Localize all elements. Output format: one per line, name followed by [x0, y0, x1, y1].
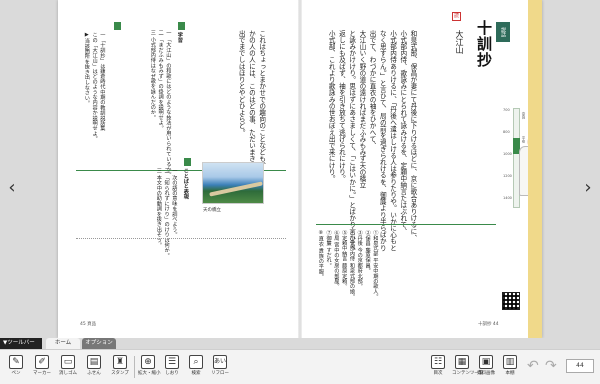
- words-section-marker: [184, 158, 191, 166]
- study-questions: 一 「大江山」の和歌にはどのような技法が用いられているか。 二 「まだふみもみず…: [149, 30, 172, 178]
- eraser-icon: ▭: [61, 355, 75, 369]
- right-section-divider: [316, 224, 496, 225]
- zoom-icon: ⊕: [141, 355, 155, 369]
- bookshelf-label: 本棚: [505, 371, 515, 376]
- bookmark-icon: ☰: [165, 355, 179, 369]
- left-page-body-text: これはちょっとまかせでの趣向のことなども、 かの人の人には、このはどの事、ただい…: [237, 30, 266, 169]
- amanohashidate-photo[interactable]: [202, 162, 264, 204]
- stamp-icon: ♜: [113, 355, 127, 369]
- sticky-note-label: ふせん: [87, 371, 101, 376]
- image-materials-label: 資料画像: [477, 371, 495, 376]
- tab-home[interactable]: ホーム: [46, 338, 80, 349]
- bookshelf-icon: ▥: [503, 355, 517, 369]
- toolbar-tab-bar: ▼ツールバー ホーム オプション: [0, 338, 600, 349]
- words-questions: 一 次の語の意味を調べよう。 二 「知られずにけり」のけりは何か。 三 本文中の…: [155, 168, 178, 259]
- page-number-input[interactable]: 44: [566, 359, 594, 373]
- next-page-arrow[interactable]: ›: [581, 178, 595, 198]
- search-icon: ⌕: [189, 355, 203, 369]
- sticky-note-tool-button[interactable]: ▤ ふせん: [84, 353, 104, 381]
- book-spread: これはちょっとまかせでの趣向のことなども、 かの人の人には、このはどの事、ただい…: [58, 0, 542, 338]
- ebook-viewer: ‹ › これはちょっとまかせでの趣向のことなども、 かの人の人には、このはどの事…: [0, 0, 600, 384]
- reflow-tool-button[interactable]: あい リフロー: [210, 353, 230, 381]
- search-label: 検索: [191, 371, 201, 376]
- undo-icon[interactable]: ↶: [527, 358, 539, 374]
- bookmark-tool-button[interactable]: ☰ しおり: [162, 353, 182, 381]
- contents-list-label: コンテンツ一覧: [452, 371, 484, 376]
- zoom-tool-button[interactable]: ⊕ 拡大・縮小: [138, 353, 161, 381]
- bookshelf-button[interactable]: ▥ 本棚: [500, 353, 520, 381]
- left-notes-text: 一「十訓抄」は鎌倉時代中期の教訓説話集 この「大江山」はどのような内容か説明せよ…: [83, 32, 106, 142]
- sticky-note-icon: ▤: [87, 355, 101, 369]
- stamp-label: スタンプ: [111, 371, 129, 376]
- study-section-heading: 学習: [176, 32, 183, 43]
- contents-list-button[interactable]: ▦ コンテンツ一覧: [452, 353, 484, 381]
- chapter-subtitle: 大江山: [455, 30, 464, 54]
- eraser-label: 消しゴム: [59, 371, 77, 376]
- bookmark-label: しおり: [165, 371, 179, 376]
- qr-code-icon[interactable]: [502, 292, 520, 310]
- marker-tool-button[interactable]: ✐ マーカー: [32, 353, 52, 381]
- previous-page-arrow[interactable]: ‹: [5, 178, 19, 198]
- pen-tool-button[interactable]: ✎ ペン: [6, 353, 26, 381]
- marker-icon: ✐: [35, 355, 49, 369]
- book-spine: [298, 0, 302, 338]
- classical-text-body: 和泉式部、保昌が妻にて丹後に下りけるほどに、京に歌合ありけるに、 小式部内侍、歌…: [327, 30, 417, 255]
- image-materials-icon: ▣: [479, 355, 493, 369]
- image-materials-button[interactable]: ▣ 資料画像: [476, 353, 496, 381]
- search-tool-button[interactable]: ⌕ 検索: [186, 353, 206, 381]
- left-page-number: 45 頁品: [80, 322, 97, 327]
- marker-label: マーカー: [33, 371, 51, 376]
- reflow-icon: あい: [213, 355, 227, 369]
- toolbar-toggle-button[interactable]: ▼ツールバー: [0, 338, 42, 349]
- reading-seal: 読: [452, 12, 461, 21]
- zoom-label: 拡大・縮小: [138, 371, 161, 376]
- chapter-title: 十訓抄: [475, 20, 493, 68]
- stamp-tool-button[interactable]: ♜ スタンプ: [110, 353, 130, 381]
- tab-options[interactable]: オプション: [82, 338, 116, 349]
- contents-list-icon: ▦: [455, 355, 469, 369]
- toc-label: 目次: [433, 371, 443, 376]
- toc-button[interactable]: ☷ 目次: [428, 353, 448, 381]
- toc-icon: ☷: [431, 355, 445, 369]
- notes-section-marker: [114, 22, 121, 30]
- genre-tag: 説話: [496, 22, 510, 42]
- eraser-tool-button[interactable]: ▭ 消しゴム: [58, 353, 78, 381]
- pen-label: ペン: [11, 371, 21, 376]
- toolbar-separator: [134, 356, 135, 378]
- bottom-toolbar: ✎ ペン ✐ マーカー ▭ 消しゴム ▤ ふせん ♜ スタンプ ⊕ 拡大・縮小 ☰ しおり ⌕…: [0, 349, 600, 384]
- annotation-notes: ①和泉式部 平安中期の歌人。 ②保昌 藤原保昌。 ③丹後 今の京都府北部。 ④小…: [317, 230, 379, 300]
- right-page-number: 十訓抄 44: [478, 322, 499, 327]
- left-dotted-divider: [76, 238, 286, 239]
- page-edge-index: [528, 0, 542, 338]
- words-section-heading: ことばと表現: [182, 168, 189, 200]
- pen-icon: ✎: [9, 355, 23, 369]
- photo-caption: 天の橋立: [203, 208, 221, 213]
- study-section-marker: [178, 22, 185, 30]
- redo-icon[interactable]: ↷: [545, 358, 557, 374]
- reflow-label: リフロー: [211, 371, 229, 376]
